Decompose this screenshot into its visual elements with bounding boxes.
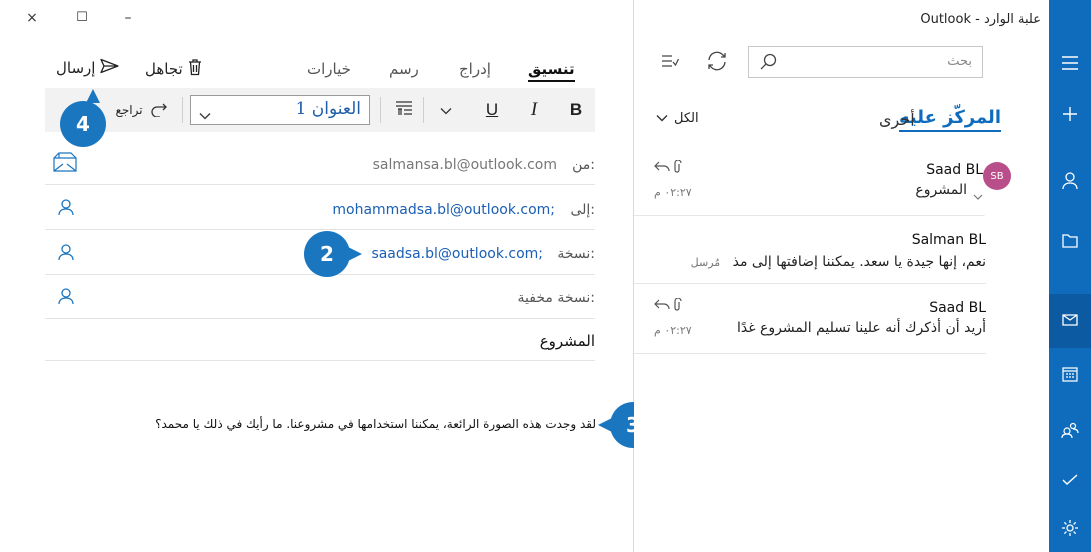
people-icon[interactable] <box>1049 422 1091 438</box>
search-icon[interactable] <box>760 53 777 74</box>
send-label: إرسال <box>56 59 96 77</box>
message-body[interactable]: لقد وجدت هذه الصورة الرائعة، يمكننا استخ… <box>140 417 596 431</box>
chevron-down-icon[interactable] <box>973 186 983 205</box>
reply-icon <box>654 161 670 172</box>
chevron-down-icon <box>199 105 211 124</box>
cc-value[interactable]: saadsa.bl@outlook.com; <box>371 246 543 262</box>
tab-other[interactable]: أخرى <box>879 110 915 129</box>
message-time: ٠٢:٢٧ م <box>654 186 692 199</box>
nav-rail <box>1049 0 1091 552</box>
bold-button[interactable]: B <box>561 88 591 132</box>
callout-badge-4: 4 <box>60 89 106 147</box>
callout-pointer <box>348 247 362 261</box>
tab-options[interactable]: خيارات <box>307 60 351 78</box>
message-list-pane: علبة الوارد - Outlook بحث المركّز عليه أ… <box>634 0 1049 552</box>
avatar: SB <box>983 162 1011 190</box>
close-window-button[interactable]: × <box>22 10 42 26</box>
from-label: من: <box>572 157 595 173</box>
style-select[interactable]: العنوان 1 <box>190 95 370 125</box>
person-icon[interactable] <box>58 199 74 220</box>
callout-badge-2: 2 <box>304 231 362 277</box>
envelope-open-icon[interactable] <box>53 152 77 176</box>
italic-button[interactable]: I <box>519 88 549 132</box>
folder-icon[interactable] <box>1049 234 1091 248</box>
callout-pointer <box>598 418 612 432</box>
todo-icon[interactable] <box>1049 474 1091 486</box>
message-subject: المشروع <box>915 182 967 198</box>
reply-attachment-indicators <box>654 160 682 174</box>
tab-draw[interactable]: رسم <box>389 60 419 78</box>
toolbar-divider <box>380 97 381 123</box>
callout-number: 4 <box>76 112 90 136</box>
menu-icon[interactable] <box>1049 56 1091 70</box>
discard-label: تجاهل <box>145 60 183 78</box>
to-field[interactable]: إلى: mohammadsa.bl@outlook.com; <box>45 185 595 230</box>
attachment-icon <box>674 298 682 311</box>
underline-dropdown-button[interactable] <box>433 88 459 132</box>
from-value: salmansa.bl@outlook.com <box>372 157 557 173</box>
maximize-window-button[interactable]: ☐ <box>72 10 92 25</box>
attachment-icon <box>674 160 682 173</box>
bcc-field[interactable]: نسخة مخفية: <box>45 275 595 319</box>
list-item[interactable]: SB Saad BL المشروع ٠٢:٢٧ م <box>634 148 1011 216</box>
paragraph-format-button[interactable] <box>390 88 418 132</box>
new-mail-icon[interactable] <box>1049 106 1091 122</box>
format-toolbar: B I U العنوان 1 تراجع <box>45 88 595 132</box>
sync-icon <box>706 51 728 75</box>
minimize-window-button[interactable]: – <box>118 10 138 26</box>
message-subject: نعم، إنها جيدة يا سعد. يمكننا إضافتها إل… <box>732 254 986 270</box>
reply-icon <box>654 299 670 310</box>
style-select-value: العنوان 1 <box>295 99 361 119</box>
list-item[interactable]: Saad BL أريد أن أذكرك أنه علينا تسليم ال… <box>634 284 986 354</box>
reply-attachment-indicators <box>654 298 682 312</box>
sync-button[interactable] <box>706 51 728 75</box>
message-subject: أريد أن أذكرك أنه علينا تسليم المشروع غد… <box>737 320 986 336</box>
undo-button[interactable]: تراجع <box>105 88 177 132</box>
message-time: ٠٢:٢٧ م <box>654 324 692 337</box>
account-icon[interactable] <box>1049 172 1091 190</box>
compose-pane: × ☐ – تنسيق إدراج رسم خيارات تجاهل إرسال… <box>0 0 656 552</box>
filter-all-dropdown[interactable]: الكل <box>656 111 699 126</box>
toolbar-divider <box>182 97 183 123</box>
tab-insert[interactable]: إدراج <box>459 60 491 78</box>
chevron-down-icon <box>656 111 668 126</box>
window-title: علبة الوارد - Outlook <box>920 12 1041 27</box>
mail-icon[interactable] <box>1049 314 1091 326</box>
to-value[interactable]: mohammadsa.bl@outlook.com; <box>332 202 555 218</box>
message-sender: Saad BL <box>926 162 983 178</box>
send-button[interactable]: إرسال <box>56 58 120 78</box>
message-sender: Saad BL <box>929 300 986 316</box>
to-label: إلى: <box>570 202 595 218</box>
undo-label: تراجع <box>115 103 143 117</box>
settings-icon[interactable] <box>1049 519 1091 537</box>
paragraph-icon <box>395 100 413 121</box>
message-preview: نعم، إنها جيدة يا سعد. يمكننا إضافتها إل… <box>640 254 986 270</box>
chevron-down-icon <box>440 100 452 120</box>
person-icon[interactable] <box>58 288 74 309</box>
subject-field[interactable]: المشروع <box>45 319 595 361</box>
callout-pointer <box>86 89 100 103</box>
undo-icon <box>149 101 167 120</box>
callout-number: 2 <box>320 242 334 266</box>
toolbar-divider <box>423 97 424 123</box>
from-field: من: salmansa.bl@outlook.com <box>45 140 595 185</box>
list-item[interactable]: Salman BL نعم، إنها جيدة يا سعد. يمكننا … <box>634 216 986 284</box>
message-sender: Salman BL <box>911 232 986 248</box>
calendar-icon[interactable] <box>1049 366 1091 382</box>
discard-button[interactable]: تجاهل <box>145 58 203 80</box>
filter-all-label: الكل <box>674 111 699 126</box>
bcc-label: نسخة مخفية: <box>517 290 595 306</box>
subject-value[interactable]: المشروع <box>540 332 595 350</box>
search-placeholder: بحث <box>947 54 972 69</box>
tab-format[interactable]: تنسيق <box>528 60 575 82</box>
person-icon[interactable] <box>58 244 74 265</box>
trash-icon <box>187 58 203 80</box>
filter-list-icon <box>661 54 680 73</box>
filter-list-button[interactable] <box>661 53 680 73</box>
send-arrow-icon <box>99 58 120 78</box>
underline-button[interactable]: U <box>477 88 507 132</box>
cc-label: نسخة: <box>557 246 595 262</box>
draft-status: مُرسل <box>690 256 721 269</box>
search-box[interactable]: بحث <box>748 46 983 78</box>
